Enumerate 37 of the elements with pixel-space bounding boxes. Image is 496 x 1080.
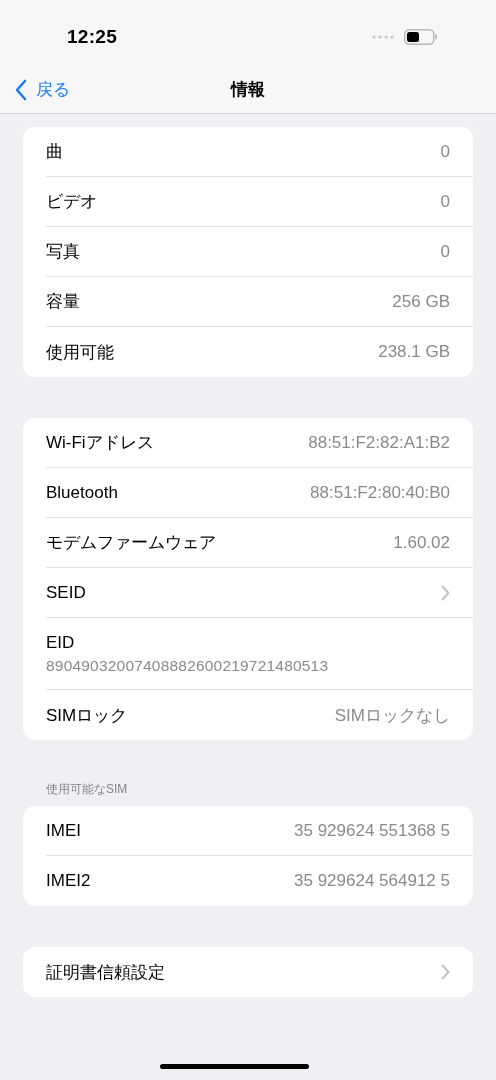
row-value: 89049032007408882600219721480513 (46, 656, 329, 675)
row-label: 使用可能 (46, 341, 114, 364)
back-button[interactable]: 戻る (0, 78, 70, 101)
section-header: 使用可能なSIM (45, 781, 129, 798)
row-value: 88:51:F2:82:A1:B2 (308, 432, 450, 453)
row-value: 238.1 GB (378, 342, 450, 362)
row-label: EID (46, 632, 75, 653)
row-label: モデムファームウェア (46, 532, 216, 554)
row-value: 256 GB (392, 291, 450, 312)
row-label: 曲 (46, 141, 63, 163)
row-label: Wi-Fiアドレス (46, 432, 154, 454)
signal-icon (372, 34, 394, 40)
row-label: IMEI (46, 820, 81, 841)
row-value: 35 929624 551368 5 (294, 820, 450, 841)
row-value: 88:51:F2:80:40:B0 (310, 482, 450, 503)
row-label: 写真 (46, 241, 80, 263)
row-label: SEID (46, 582, 86, 603)
disclosure-row[interactable]: 証明書信頼設定 (46, 947, 473, 997)
battery-icon (404, 29, 438, 45)
row-value: 0 (440, 191, 450, 212)
row-label: ビデオ (46, 191, 97, 213)
row-label: IMEI2 (46, 871, 91, 891)
row-value: SIMロックなし (334, 704, 450, 727)
chevron-icon (441, 584, 450, 601)
page-title: 情報 (231, 79, 265, 101)
row-value: 0 (440, 241, 450, 262)
row-label: 証明書信頼設定 (46, 961, 165, 984)
status-time: 12:25 (67, 26, 118, 48)
disclosure-row[interactable]: SEID (46, 568, 473, 618)
row-value: 0 (440, 141, 450, 162)
chevron-icon (441, 964, 450, 980)
back-chevron-icon (15, 78, 27, 101)
row-value: 35 929624 564912 5 (294, 871, 450, 891)
row-label: Bluetooth (46, 482, 118, 503)
row-value: 1.60.02 (393, 532, 450, 553)
row-label: SIMロック (46, 704, 128, 727)
row-label: 容量 (46, 291, 80, 313)
